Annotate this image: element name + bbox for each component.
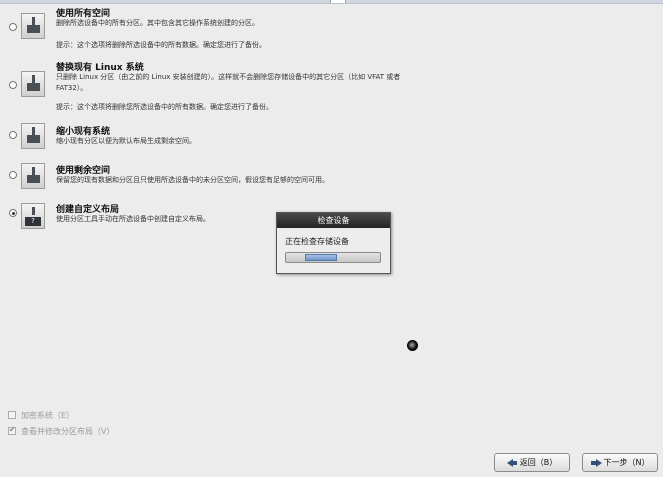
custom-layout-icon: ?	[21, 203, 45, 229]
option-warning: 提示：这个选项将删除您所选设备中的所有数据。确定您进行了备份。	[56, 103, 273, 111]
option-radio-selected[interactable]	[9, 209, 17, 217]
option-radio[interactable]	[9, 131, 17, 139]
option-description: 保留您的现有数据和分区且只使用所选设备中的未分区空间，假设您有足够的空间可用。	[56, 176, 329, 184]
option-description: 缩小现有分区以便为默认布局生成剩余空间。	[56, 137, 196, 145]
option-description: 删除所选设备中的所有分区。其中包含其它操作系统创建的分区。	[56, 19, 259, 27]
back-button-label: 返回（B）	[519, 458, 558, 467]
drive-free-space-icon	[21, 163, 45, 189]
drive-replace-icon	[21, 71, 45, 97]
option-radio[interactable]	[9, 171, 17, 179]
top-bar	[0, 0, 663, 4]
option-warning: 提示：这个选项将删除所选设备中的所有数据。确定您进行了备份。	[56, 41, 266, 49]
back-button[interactable]: 返回（B）	[494, 453, 570, 472]
encrypt-system-checkbox[interactable]	[8, 411, 16, 419]
dialog-message: 正在检查存储设备	[285, 237, 349, 246]
encrypt-system-label: 加密系统（E）	[21, 411, 75, 420]
busy-cursor-icon	[407, 340, 418, 351]
check-devices-dialog: 检查设备 正在检查存储设备	[276, 212, 391, 274]
review-layout-label: 查看并修改分区布局（V）	[21, 427, 115, 436]
next-arrow-icon	[590, 458, 602, 467]
progress-bar	[285, 252, 381, 263]
option-radio[interactable]	[9, 23, 17, 31]
next-button-label: 下一步（N）	[603, 458, 650, 467]
drive-erase-icon	[21, 13, 45, 39]
progress-fill	[305, 254, 337, 261]
option-description: 只删除 Linux 分区（由之前的 Linux 安装创建的）。这样就不会删除您存…	[56, 73, 401, 81]
review-layout-checkbox[interactable]	[8, 425, 16, 435]
back-arrow-icon	[506, 458, 517, 467]
option-description-cont: FAT32）。	[56, 84, 88, 92]
option-description: 使用分区工具手动在所选设备中创建自定义布局。	[56, 215, 210, 223]
drive-shrink-icon	[21, 123, 45, 149]
top-bar-marker	[330, 0, 346, 3]
option-radio[interactable]	[9, 81, 17, 89]
next-button[interactable]: 下一步（N）	[582, 453, 658, 472]
dialog-title: 检查设备	[277, 213, 390, 228]
